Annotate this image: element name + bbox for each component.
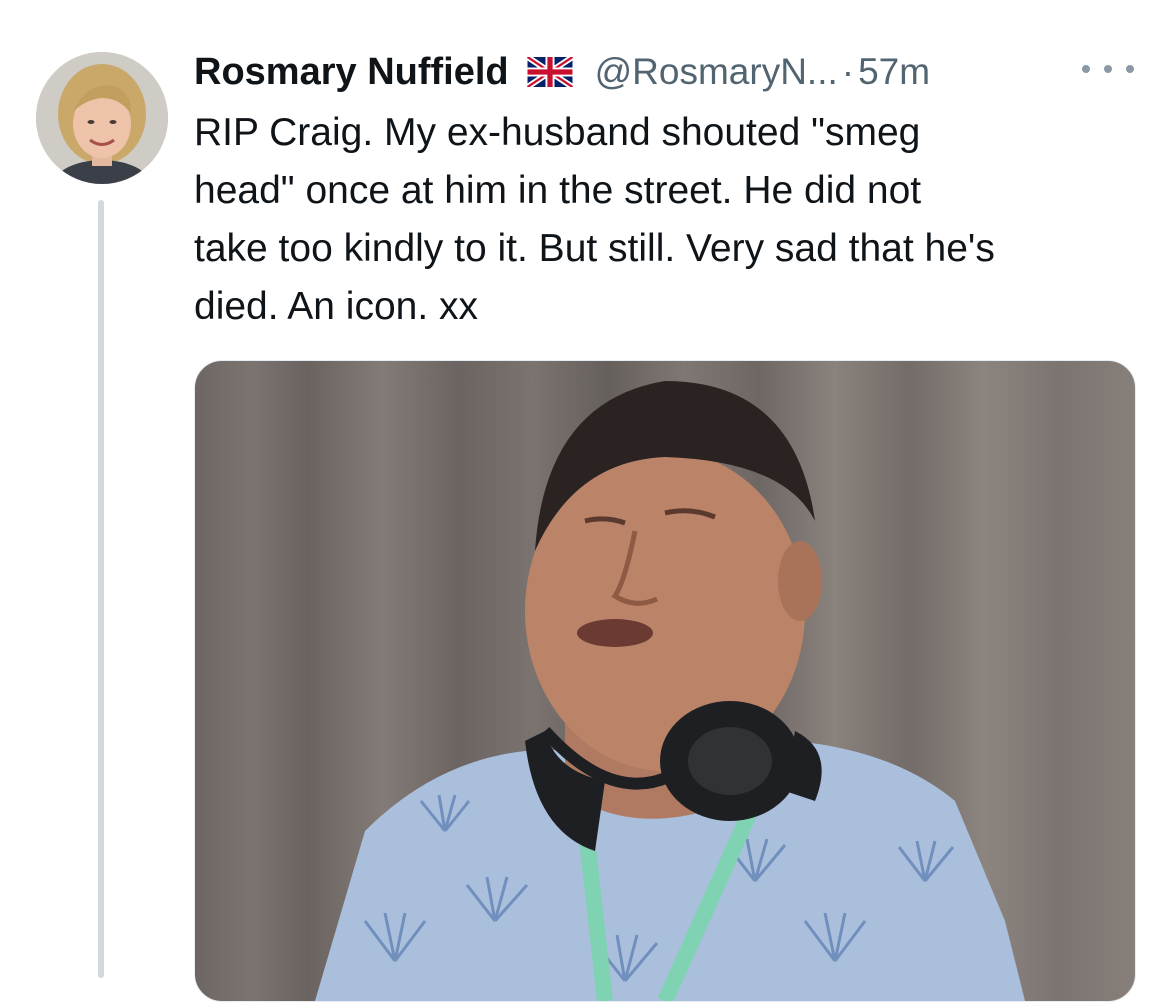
uk-flag-icon <box>525 54 574 90</box>
thread-line <box>98 200 104 978</box>
more-options-icon[interactable] <box>1082 54 1134 84</box>
separator-dot: · <box>841 51 855 92</box>
tweet[interactable]: Rosmary Nuffield @RosmaryN... · 57m RIP … <box>0 0 1160 1002</box>
author-display-name[interactable]: Rosmary Nuffield <box>194 51 509 94</box>
author-handle[interactable]: @RosmaryN... <box>595 51 838 93</box>
avatar[interactable] <box>36 52 168 184</box>
tweet-text: RIP Craig. My ex-husband shouted "smeg h… <box>194 111 995 328</box>
tweet-timestamp[interactable]: 57m <box>858 51 930 93</box>
tweet-header: Rosmary Nuffield @RosmaryN... · 57m <box>194 44 930 100</box>
tweet-photo[interactable] <box>194 360 1136 1002</box>
